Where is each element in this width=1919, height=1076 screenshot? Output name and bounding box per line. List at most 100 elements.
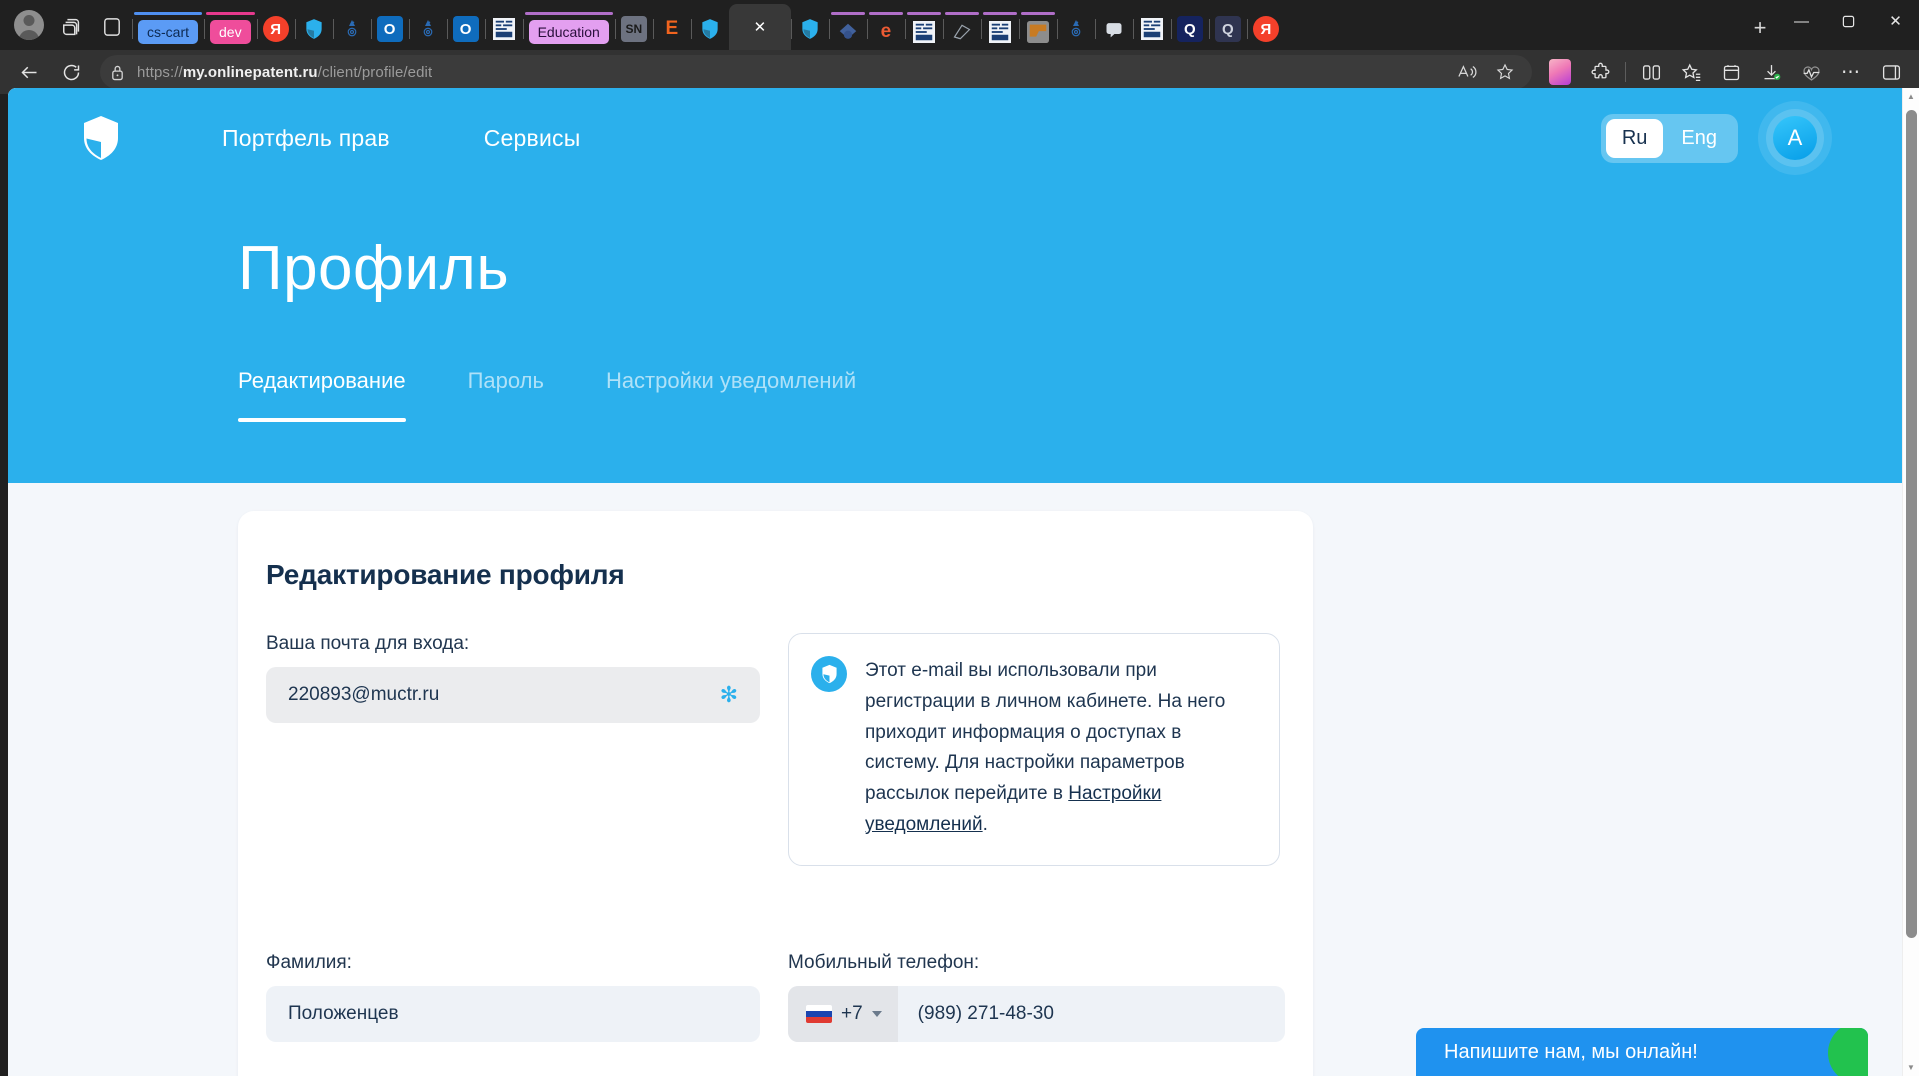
surname-input[interactable]: Положенцев [266,985,760,1042]
user-avatar[interactable]: A [1758,101,1832,175]
page-viewport: Портфель прав Сервисы Ru Eng A Профиль Р… [8,88,1919,1076]
browser-tab-scan-3[interactable] [980,8,1019,50]
browser-tab-outlook-2[interactable]: O [446,8,485,50]
browser-tab-feather[interactable] [942,8,981,50]
reload-icon [63,64,79,80]
language-toggle[interactable]: Ru Eng [1600,113,1738,163]
phone-input[interactable]: +7 (989) 271-48-30 [788,985,1285,1042]
profile-tab-password[interactable]: Пароль [468,368,544,422]
address-bar-actions [1450,57,1522,87]
scroll-up-button[interactable]: ▲ [1903,88,1919,105]
browser-tab-cs-cart[interactable]: cs-cart [132,8,204,50]
profile-tab-notifications[interactable]: Настройки уведомлений [606,368,856,422]
browser-tab-edge-legacy[interactable]: e [866,8,905,50]
browser-tab-q-dark[interactable]: Q [1170,8,1209,50]
extensions-puzzle-icon [1591,62,1609,78]
copilot-icon [1549,59,1571,85]
favorites-icon [1681,63,1700,81]
country-code-selector[interactable]: +7 [788,985,898,1042]
browser-tab-favicon-feather [949,19,975,45]
browser-tab-q-gray[interactable]: Q [1208,8,1247,50]
chat-widget[interactable]: Напишите нам, мы онлайн! [1416,1028,1868,1076]
maximize-button[interactable] [1825,0,1872,42]
scroll-down-button[interactable]: ▼ [1903,1059,1919,1076]
russia-flag-icon [806,1004,832,1023]
window-controls: — ✕ [1778,0,1919,50]
browser-tab-chat-app[interactable] [1094,8,1133,50]
browser-essentials-icon [1802,65,1820,81]
onlinepatent-shield-logo[interactable] [80,113,122,163]
browser-tab-onlinepatent-3[interactable] [790,8,829,50]
browser-tab-favicon-fips-1 [339,16,365,42]
profile-edit-card: Редактирование профиля Ваша почта для вх… [238,511,1313,1076]
browser-tab-onlinepatent-2[interactable] [690,8,729,50]
settings-more-button[interactable]: ⋯ [1831,55,1871,89]
tab-group-accent [906,12,941,15]
new-tab-button[interactable]: + [1742,10,1778,46]
favorite-star-button[interactable] [1488,57,1522,87]
browser-tab-favicon-fips-3 [1063,16,1089,42]
copilot-button[interactable] [1540,55,1580,89]
read-aloud-icon [1458,65,1477,78]
browser-tab-fips-1[interactable] [332,8,371,50]
browser-tab-dev[interactable]: dev [204,8,257,50]
workspaces-button[interactable] [52,6,92,48]
form-gap-left [266,1042,760,1076]
collections-button[interactable] [1711,55,1751,89]
browser-tab-yandex-2[interactable]: Я [1246,8,1285,50]
tab-group-accent [206,12,255,15]
reload-button[interactable] [50,55,92,89]
read-aloud-button[interactable] [1450,57,1484,87]
minimize-button[interactable]: — [1778,0,1825,42]
page-scrollbar[interactable]: ▲ ▼ [1902,88,1919,1076]
favorites-button[interactable] [1671,55,1711,89]
browser-tab-diamond[interactable] [828,8,867,50]
browser-tab-yandex[interactable]: Я [256,8,295,50]
back-arrow-icon [20,66,36,78]
browser-tab-orange-fold[interactable] [1018,8,1057,50]
tab-actions-button[interactable] [92,6,132,48]
site-nav-link-portfolio[interactable]: Портфель прав [222,125,390,152]
downloads-button[interactable] [1751,55,1791,89]
browser-tab-scan-4[interactable] [1132,8,1171,50]
scrollbar-thumb[interactable] [1906,110,1917,938]
browser-tab-fips-2[interactable] [408,8,447,50]
browser-tab-sn[interactable]: SN [614,8,653,50]
url-path: /client/profile/edit [317,63,433,81]
address-bar[interactable]: https://my.onlinepatent.ru/client/profil… [100,55,1532,89]
browser-tab-etsy[interactable]: E [652,8,691,50]
browser-tab-scan-1[interactable] [484,8,523,50]
shield-logo-icon [84,116,118,160]
sidebar-toggle-button[interactable] [1871,55,1911,89]
browser-tab-favicon-q-gray: Q [1214,16,1241,42]
extensions-button[interactable] [1580,55,1620,89]
browser-tab-onlinepatent-1[interactable] [294,8,333,50]
card-title: Редактирование профиля [266,559,625,590]
tab-group-accent [524,12,613,15]
language-option-eng[interactable]: Eng [1665,119,1733,158]
language-option-ru[interactable]: Ru [1605,118,1664,158]
email-info-text-before: Этот e-mail вы использовали при регистра… [865,660,1226,805]
split-screen-button[interactable] [1631,55,1671,89]
page-content: Редактирование профиля Ваша почта для вх… [8,483,1902,1076]
browser-tab-favicon-sn: SN [620,16,647,42]
browser-tab-favicon-scan-1 [491,16,517,42]
tab-group-accent [868,12,903,15]
close-tab-icon[interactable]: ✕ [754,18,767,36]
browser-tab-active[interactable]: ✕ [728,4,791,50]
close-window-button[interactable]: ✕ [1872,0,1919,42]
surname-label: Фамилия: [266,951,352,973]
site-nav-link-label: Портфель прав [222,124,390,151]
browser-tab-outlook-1[interactable]: O [370,8,409,50]
browser-tab-scan-2[interactable] [904,8,943,50]
back-button[interactable] [8,55,50,89]
profile-tab-edit[interactable]: Редактирование [238,368,406,422]
browser-tab-fips-3[interactable] [1056,8,1095,50]
site-nav-link-services[interactable]: Сервисы [484,125,581,152]
browser-tab-favicon-scan-3 [987,19,1013,45]
browser-tab-education[interactable]: Education [522,8,615,50]
email-input[interactable]: 220893@muctr.ru ✻ [266,667,760,723]
profile-form: Ваша почта для входа: 220893@muctr.ru ✻ [238,591,1313,1076]
browser-essentials-button[interactable] [1791,55,1831,89]
profile-button[interactable] [6,2,52,48]
